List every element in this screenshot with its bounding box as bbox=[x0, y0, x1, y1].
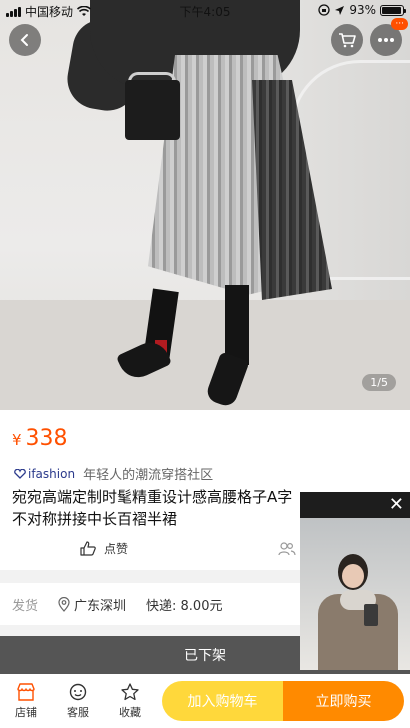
shipping-location: 广东深圳 bbox=[58, 595, 126, 614]
currency-symbol: ¥ bbox=[12, 431, 22, 449]
thumbs-up-icon bbox=[80, 541, 96, 556]
cart-button[interactable] bbox=[331, 24, 363, 56]
like-label: 点赞 bbox=[104, 542, 129, 556]
product-image-carousel[interactable] bbox=[0, 0, 410, 410]
battery-percent: 93% bbox=[349, 3, 376, 17]
product-detail-page: 中国移动 下午4:05 93% ··· 1/5 ¥ 338 ifashion 年… bbox=[0, 0, 410, 728]
battery-icon bbox=[380, 4, 406, 16]
status-right: 93% bbox=[318, 3, 406, 17]
close-icon[interactable]: ✕ bbox=[389, 496, 404, 514]
add-to-cart-button[interactable]: 加入购物车 bbox=[162, 681, 283, 721]
store-tab[interactable]: 店铺 bbox=[0, 682, 52, 720]
chevron-left-icon bbox=[20, 34, 28, 46]
product-title-line1: 宛宛高端定制时髦精重设计感高腰格子A字 bbox=[12, 488, 293, 506]
customer-service-icon bbox=[69, 683, 87, 700]
background-floor bbox=[0, 300, 410, 410]
favorite-label: 收藏 bbox=[119, 705, 141, 719]
service-tab[interactable]: 客服 bbox=[52, 683, 104, 720]
brand-tagline: 年轻人的潮流穿搭社区 bbox=[83, 468, 214, 483]
video-presenter-face bbox=[342, 564, 364, 588]
brand-logo-text: ifashion bbox=[28, 466, 76, 481]
shipping-location-text: 广东深圳 bbox=[74, 598, 127, 614]
orientation-lock-icon bbox=[318, 4, 330, 16]
brand-row[interactable]: ifashion 年轻人的潮流穿搭社区 bbox=[14, 464, 213, 483]
ifashion-logo: ifashion bbox=[14, 467, 75, 481]
location-pin-icon bbox=[58, 596, 70, 612]
handbag bbox=[125, 80, 180, 140]
store-label: 店铺 bbox=[15, 705, 37, 719]
service-label: 客服 bbox=[67, 705, 89, 719]
favorite-tab[interactable]: 收藏 bbox=[104, 682, 156, 720]
shipping-fee: 快递: 8.00元 bbox=[146, 598, 223, 614]
product-title: 宛宛高端定制时髦精重设计感高腰格子A字 不对称拼接中长百褶半裙 bbox=[12, 486, 332, 530]
more-button[interactable]: ··· bbox=[370, 18, 408, 56]
status-bar: 中国移动 下午4:05 93% bbox=[0, 0, 410, 22]
floating-video-player[interactable]: ✕ bbox=[300, 492, 410, 670]
back-button[interactable] bbox=[9, 24, 41, 56]
image-pager: 1/5 bbox=[362, 374, 396, 391]
location-arrow-icon bbox=[335, 5, 345, 15]
product-title-line2: 不对称拼接中长百褶半裙 bbox=[12, 510, 178, 528]
video-presenter-phone bbox=[364, 604, 378, 626]
cart-icon bbox=[339, 33, 356, 48]
share-people-icon[interactable] bbox=[278, 542, 296, 556]
ifashion-heart-icon bbox=[14, 468, 26, 479]
more-dots-icon bbox=[378, 38, 394, 42]
video-frame bbox=[300, 518, 410, 670]
store-icon bbox=[17, 682, 35, 701]
like-button[interactable]: 点赞 bbox=[80, 540, 128, 557]
price-value: 338 bbox=[25, 426, 68, 451]
star-icon bbox=[121, 682, 139, 700]
shipping-label: 发货 bbox=[12, 598, 39, 614]
price: ¥ 338 bbox=[12, 426, 68, 451]
buy-now-button[interactable]: 立即购买 bbox=[283, 681, 404, 721]
